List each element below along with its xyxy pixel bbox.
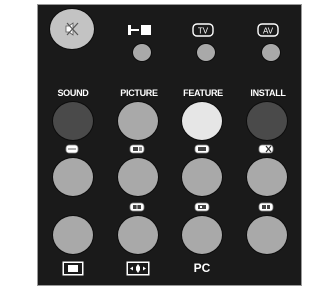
remote-control-panel: TV AV SOUND PICTURE FEATURE INSTALL PC (37, 4, 302, 286)
teletext-mix-button[interactable] (117, 157, 159, 197)
sound-label: SOUND (57, 88, 89, 98)
pan-arrows-icon (126, 261, 150, 276)
teletext-button[interactable] (52, 157, 94, 197)
speaker-mute-icon (64, 21, 80, 37)
pc-label: PC (193, 261, 211, 275)
sound-button[interactable] (52, 101, 94, 141)
teletext-cancel-icon (258, 144, 274, 154)
teletext-size-icon (194, 144, 210, 154)
feature-label: FEATURE (183, 88, 223, 98)
picture-button[interactable] (117, 101, 159, 141)
install-button[interactable] (246, 101, 288, 141)
tv-button[interactable] (196, 43, 216, 62)
av-button[interactable] (261, 43, 281, 62)
teletext-reveal-icon (258, 202, 274, 212)
teletext-index-icon (129, 202, 145, 212)
hdmi-input-icon (127, 24, 153, 36)
teletext-reveal-button[interactable] (246, 215, 288, 255)
teletext-icon (65, 144, 79, 154)
av-icon: AV (257, 23, 279, 37)
tv-icon: TV (192, 23, 214, 37)
teletext-mix-icon (129, 144, 145, 154)
teletext-cancel-button[interactable] (246, 157, 288, 197)
teletext-hold-icon (194, 202, 210, 212)
teletext-size-button[interactable] (181, 157, 223, 197)
teletext-hold-button[interactable] (181, 215, 223, 255)
feature-button[interactable] (181, 101, 223, 141)
install-label: INSTALL (250, 88, 286, 98)
format-button[interactable] (52, 215, 94, 255)
av-icon-text: AV (263, 27, 274, 36)
tv-icon-text: TV (198, 27, 209, 36)
picture-label: PICTURE (120, 88, 158, 98)
mute-button[interactable] (49, 8, 95, 50)
hdmi-button[interactable] (132, 43, 152, 62)
teletext-index-button[interactable] (117, 215, 159, 255)
screen-format-icon (62, 261, 84, 276)
